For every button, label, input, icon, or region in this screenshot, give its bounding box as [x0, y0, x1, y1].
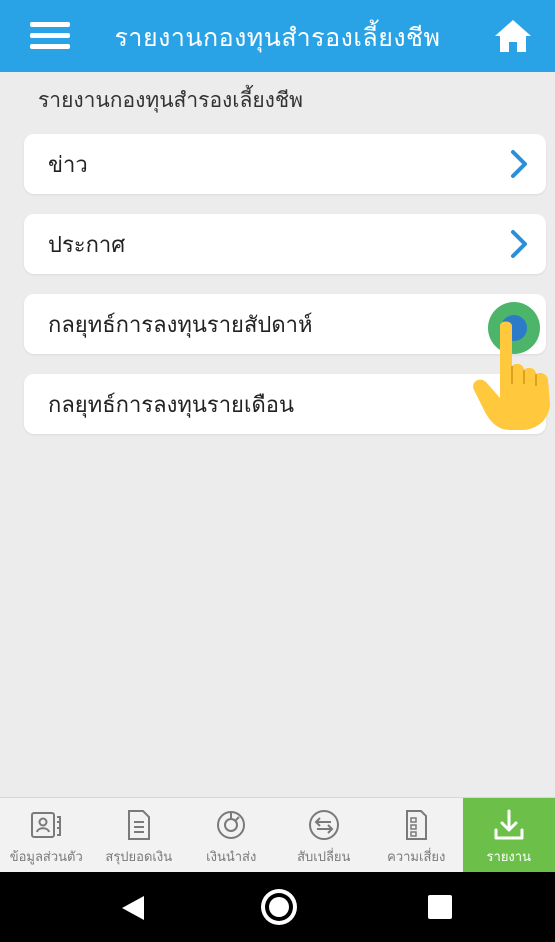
list-item-label: ข่าว — [48, 152, 88, 178]
nav-profile[interactable]: ข้อมูลส่วนตัว — [0, 798, 93, 872]
home-circle-icon[interactable] — [261, 889, 297, 925]
pointing-hand-icon — [473, 321, 550, 430]
back-icon[interactable] — [120, 894, 146, 922]
recent-apps-icon[interactable] — [428, 895, 452, 919]
nav-report[interactable]: รายงาน — [462, 798, 555, 872]
report-list: ข่าว ประกาศ กลยุทธ์การลงทุนรายสัปดาห์ กล… — [24, 134, 546, 454]
nav-label: ข้อมูลส่วนตัว — [9, 850, 83, 865]
nav-label: สับเปลี่ยน — [297, 850, 351, 865]
section-title: รายงานกองทุนสำรองเลี้ยงชีพ — [38, 88, 304, 112]
pie-chart-icon — [217, 811, 246, 839]
switch-arrows-icon — [308, 810, 339, 840]
document-icon — [127, 810, 150, 840]
app-title: รายงานกองทุนสำรองเลี้ยงชีพ — [114, 23, 441, 52]
list-item-label: ประกาศ — [48, 232, 126, 258]
chevron-right-icon — [511, 150, 527, 178]
download-icon — [494, 809, 524, 840]
nav-label: รายงาน — [486, 850, 531, 865]
system-navigation-bar — [0, 872, 555, 942]
nav-switch[interactable]: สับเปลี่ยน — [278, 798, 371, 872]
nav-balance-summary[interactable]: สรุปยอดเงิน — [93, 798, 186, 872]
checklist-icon — [406, 810, 428, 840]
list-item-weekly-strategy[interactable]: กลยุทธ์การลงทุนรายสัปดาห์ — [24, 294, 546, 354]
top-app-bar: รายงานกองทุนสำรองเลี้ยงชีพ — [0, 0, 555, 72]
profile-card-icon — [31, 812, 62, 838]
list-item-monthly-strategy[interactable]: กลยุทธ์การลงทุนรายเดือน — [24, 374, 546, 434]
bottom-navigation: ข้อมูลส่วนตัว สรุปยอดเงิน เงินนำส่ง สับเ… — [0, 797, 555, 872]
list-item-announcement[interactable]: ประกาศ — [24, 214, 546, 274]
nav-label: สรุปยอดเงิน — [105, 850, 173, 865]
nav-label: ความเสี่ยง — [387, 850, 446, 865]
home-icon[interactable] — [493, 18, 533, 54]
nav-label: เงินนำส่ง — [206, 850, 257, 865]
list-item-label: กลยุทธ์การลงทุนรายสัปดาห์ — [48, 312, 313, 338]
list-item-news[interactable]: ข่าว — [24, 134, 546, 194]
nav-contributions[interactable]: เงินนำส่ง — [185, 798, 278, 872]
chevron-right-icon — [511, 230, 527, 258]
list-item-label: กลยุทธ์การลงทุนรายเดือน — [48, 392, 294, 418]
nav-risk[interactable]: ความเสี่ยง — [370, 798, 463, 872]
